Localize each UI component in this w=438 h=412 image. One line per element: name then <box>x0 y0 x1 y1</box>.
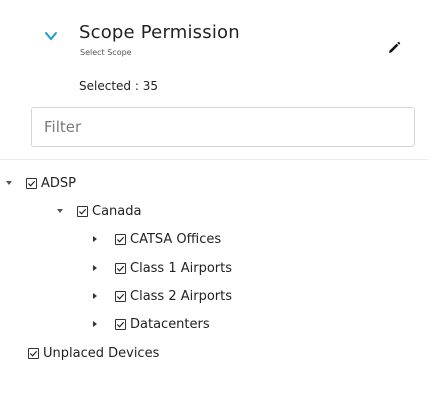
checkbox-datacenters[interactable] <box>115 318 126 330</box>
tree-node-class-2-airports: Class 2 Airports <box>90 287 232 305</box>
checkbox-class-1-airports[interactable] <box>115 262 126 274</box>
checkmark-icon <box>27 180 36 187</box>
tree-node-canada: Canada <box>55 202 141 220</box>
checkmark-icon <box>116 321 125 328</box>
tree-node-label[interactable]: Class 1 Airports <box>130 261 232 276</box>
chevron-down-icon[interactable] <box>44 30 58 42</box>
filter-input[interactable] <box>31 107 415 147</box>
section-title: Scope Permission <box>79 22 240 43</box>
caret-right-icon[interactable] <box>90 291 100 301</box>
section-subtitle: Select Scope <box>80 48 132 57</box>
caret-right-icon[interactable] <box>90 319 100 329</box>
checkmark-icon <box>78 208 87 215</box>
selected-count: Selected : 35 <box>79 79 158 93</box>
checkmark-icon <box>29 350 38 357</box>
tree-node-label[interactable]: Class 2 Airports <box>130 289 232 304</box>
checkmark-icon <box>116 293 125 300</box>
checkbox-canada[interactable] <box>77 205 88 217</box>
tree-node-label[interactable]: Datacenters <box>130 317 210 332</box>
tree-node-adsp: ADSP <box>4 174 76 192</box>
caret-down-icon[interactable] <box>4 178 14 188</box>
pencil-icon[interactable] <box>386 40 402 56</box>
tree-node-label[interactable]: Canada <box>92 204 141 219</box>
tree-node-class-1-airports: Class 1 Airports <box>90 259 232 277</box>
tree-node-label[interactable]: CATSA Offices <box>130 232 221 247</box>
checkmark-icon <box>116 265 125 272</box>
caret-down-icon[interactable] <box>55 206 65 216</box>
tree-node-label[interactable]: ADSP <box>41 176 76 191</box>
checkbox-unplaced-devices[interactable] <box>28 347 39 359</box>
tree-node-unplaced-devices: Unplaced Devices <box>28 344 159 362</box>
checkbox-class-2-airports[interactable] <box>115 290 126 302</box>
checkbox-adsp[interactable] <box>26 177 37 189</box>
caret-right-icon[interactable] <box>90 234 100 244</box>
divider <box>0 159 428 160</box>
tree-node-datacenters: Datacenters <box>90 315 210 333</box>
checkbox-catsa-offices[interactable] <box>115 233 126 245</box>
tree-node-label[interactable]: Unplaced Devices <box>43 346 159 361</box>
checkmark-icon <box>116 236 125 243</box>
caret-right-icon[interactable] <box>90 263 100 273</box>
scope-permission-panel: Scope Permission Select Scope Selected :… <box>0 0 438 412</box>
tree-node-catsa-offices: CATSA Offices <box>90 230 221 248</box>
